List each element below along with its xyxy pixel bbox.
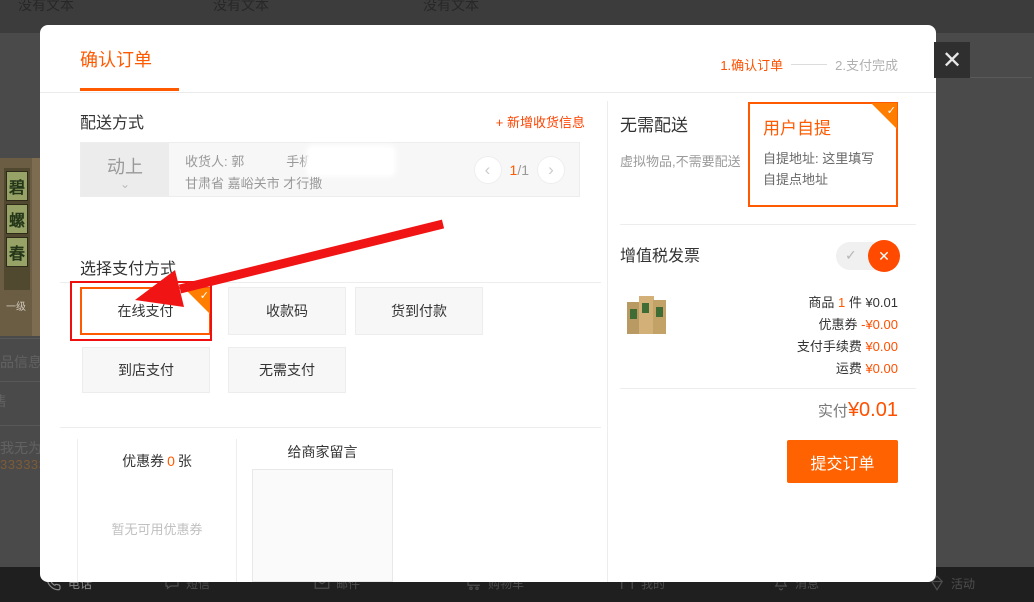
total-row: 实付¥0.01	[600, 399, 898, 422]
add-address-link[interactable]: + 新增收货信息	[496, 112, 585, 131]
coupon-title: 优惠券0张	[78, 451, 236, 471]
background-text-product-info: 品信息	[0, 352, 42, 372]
selected-badge: ✓	[871, 103, 897, 129]
self-pickup-option-card[interactable]: 用户自提 自提地址: 这里填写自提点地址 ✓	[748, 102, 898, 207]
nav-item-label: 活动	[951, 575, 975, 592]
confirm-order-modal: 确认订单 1.确认订单 2.支付完成 配送方式 + 新增收货信息 动上 ⌄ 收货…	[40, 25, 936, 582]
total-label: 实付	[818, 403, 848, 420]
background-column-text: 没有文本	[18, 0, 74, 15]
self-pickup-title: 用户自提	[763, 114, 831, 139]
checkout-steps: 1.确认订单 2.支付完成	[720, 55, 898, 74]
background-column-text: 没有文本	[423, 0, 479, 15]
close-icon[interactable]: ✕	[934, 42, 970, 78]
address-page-indicator: 1/1	[510, 162, 529, 178]
next-address-button[interactable]: ›	[537, 156, 565, 184]
payment-option-online[interactable]: 在线支付 ✓	[80, 287, 211, 335]
receiver-name: 收货人: 郭	[185, 151, 244, 170]
background-divider	[0, 425, 42, 426]
tea-package-label: 碧螺春	[4, 168, 30, 290]
vat-invoice-heading: 增值税发票	[620, 242, 700, 266]
self-pickup-desc: 自提地址: 这里填写自提点地址	[763, 148, 885, 190]
background-text-line: 我无为	[0, 438, 42, 458]
address-card[interactable]: 动上 ⌄ 收货人: 郭 手机: 甘肃省 嘉峪关市 才行撒 ‹ 1/1 ›	[80, 142, 580, 197]
chevron-down-icon: ⌄	[120, 181, 130, 187]
background-divider	[968, 77, 1032, 78]
address-pager: ‹ 1/1 ›	[474, 156, 565, 184]
toggle-cross-icon: ✕	[868, 240, 900, 272]
section-divider	[60, 282, 601, 283]
merchant-message-input[interactable]	[252, 469, 393, 582]
summary-row-shipping: 运费 ¥0.00	[600, 358, 898, 380]
payment-option-no-payment[interactable]: 无需支付	[228, 347, 346, 393]
header-divider	[40, 92, 936, 93]
summary-row-coupon: 优惠券 -¥0.00	[600, 314, 898, 336]
background-text-partial: 售	[0, 391, 7, 411]
coupon-empty-text: 暂无可用优惠券	[78, 519, 236, 538]
modal-title: 确认订单	[80, 46, 152, 72]
selected-badge: ✓	[184, 288, 210, 314]
tea-package-grade: 一级	[6, 298, 26, 313]
invoice-toggle[interactable]: ✓ ✕	[836, 242, 898, 270]
payment-option-in-store[interactable]: 到店支付	[82, 347, 210, 393]
background-divider	[0, 381, 42, 382]
payment-option-cod[interactable]: 货到付款	[355, 287, 483, 335]
section-divider	[620, 388, 916, 389]
step-confirm-order: 1.确认订单	[720, 55, 783, 74]
step-connector	[791, 64, 827, 65]
submit-order-button[interactable]: 提交订单	[787, 440, 898, 483]
merchant-message-heading: 给商家留言	[252, 442, 393, 462]
phone-number-redaction	[309, 148, 393, 174]
section-divider	[620, 224, 916, 225]
title-underline	[80, 88, 179, 91]
payment-option-qr-code[interactable]: 收款码	[228, 287, 346, 335]
section-divider	[60, 427, 601, 428]
receiver-line: 收货人: 郭 手机:	[185, 151, 316, 170]
background-divider	[0, 338, 42, 339]
background-product-image: 碧螺春 一级	[0, 158, 44, 336]
delivery-method-heading: 配送方式	[80, 109, 144, 133]
step-payment-complete: 2.支付完成	[835, 55, 898, 74]
item-quantity: 1	[838, 295, 845, 310]
carrier-name: 动上	[107, 153, 143, 179]
prev-address-button[interactable]: ‹	[474, 156, 502, 184]
summary-row-items: 商品 1 件 ¥0.01	[600, 292, 898, 314]
toggle-check-icon: ✓	[845, 247, 857, 264]
address-text: 甘肃省 嘉峪关市 才行撒	[185, 173, 322, 192]
check-icon: ✓	[200, 289, 209, 302]
total-amount: ¥0.01	[848, 399, 898, 421]
summary-row-fee: 支付手续费 ¥0.00	[600, 336, 898, 358]
payment-method-heading: 选择支付方式	[80, 255, 176, 279]
no-delivery-option-title[interactable]: 无需配送	[620, 111, 688, 136]
coupon-count: 0	[167, 453, 175, 469]
no-delivery-option-desc: 虚拟物品,不需要配送	[620, 151, 746, 172]
checkout-page: 没有文本 没有文本 没有文本 碧螺春 一级 品信息 售 我无为 33333333…	[0, 0, 1034, 602]
carrier-selector[interactable]: 动上 ⌄	[81, 143, 169, 196]
background-column-text: 没有文本	[213, 0, 269, 15]
check-icon: ✓	[887, 104, 896, 117]
order-summary: 商品 1 件 ¥0.01 优惠券 -¥0.00 支付手续费 ¥0.00 运费 ¥…	[600, 292, 898, 380]
coupon-panel: 优惠券0张 暂无可用优惠券	[77, 439, 237, 582]
